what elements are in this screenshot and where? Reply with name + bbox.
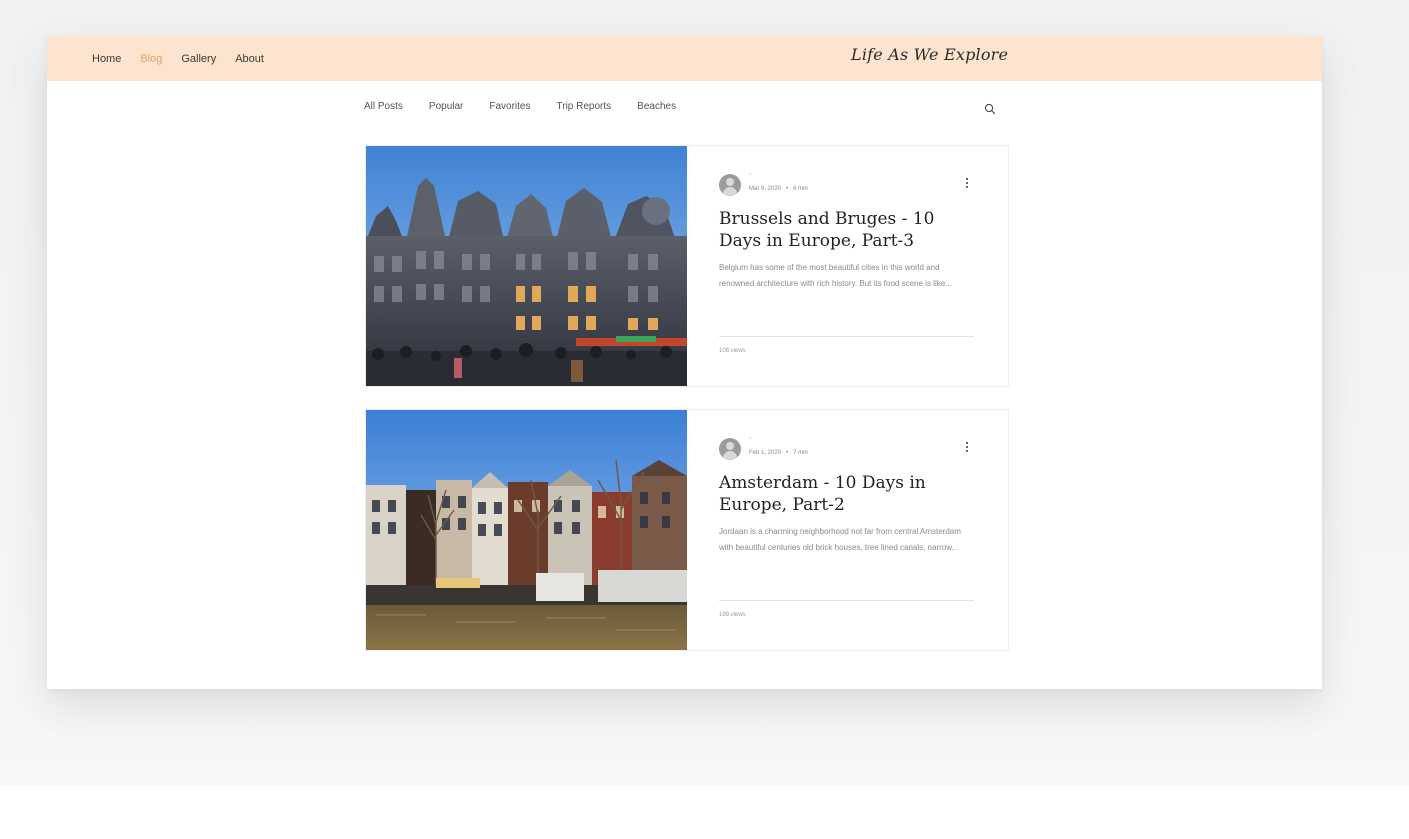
nav-about[interactable]: About [235, 53, 264, 65]
post-title[interactable]: Amsterdam - 10 Days in Europe, Part-2 [719, 472, 977, 516]
author-name[interactable]: - [749, 171, 751, 177]
author-avatar[interactable] [719, 438, 741, 460]
nav-gallery[interactable]: Gallery [181, 53, 216, 65]
post-meta: Feb 1, 2020 • 7 min [749, 450, 808, 456]
category-favorites[interactable]: Favorites [489, 101, 530, 112]
category-popular[interactable]: Popular [429, 101, 463, 112]
site-header: Home Blog Gallery About Life As We Explo… [47, 37, 1322, 81]
category-beaches[interactable]: Beaches [637, 101, 676, 112]
more-options-icon[interactable] [964, 442, 970, 456]
post-title[interactable]: Brussels and Bruges - 10 Days in Europe,… [719, 208, 977, 252]
category-trip-reports[interactable]: Trip Reports [557, 101, 612, 112]
read-time: 7 min [793, 450, 808, 456]
post-excerpt: Jordaan is a charming neighborhood not f… [719, 527, 961, 552]
post-image[interactable] [366, 146, 687, 386]
divider [719, 336, 974, 337]
category-all-posts[interactable]: All Posts [364, 101, 403, 112]
grand-place-guildhalls-photo [366, 146, 687, 386]
post-date: Feb 1, 2020 [749, 450, 782, 456]
more-options-icon[interactable] [964, 178, 970, 192]
category-nav: All Posts Popular Favorites Trip Reports… [364, 101, 702, 112]
nav-home[interactable]: Home [92, 53, 121, 65]
post-excerpt: Belgium has some of the most beautiful c… [719, 263, 952, 288]
site-logo[interactable]: Life As We Explore [851, 45, 1008, 64]
main-nav: Home Blog Gallery About [92, 37, 283, 81]
amsterdam-canal-houses-photo [366, 410, 687, 650]
post-body: - Mar 9, 2020 • 6 min Brussels and Bruges … [687, 146, 1008, 386]
post-date: Mar 9, 2020 [749, 186, 782, 192]
search-icon[interactable] [984, 103, 996, 115]
read-time: 6 min [793, 186, 808, 192]
view-count: 108 views [719, 348, 746, 354]
post-body: - Feb 1, 2020 • 7 min Amsterdam - 10 Days … [687, 410, 1008, 650]
site-frame: Home Blog Gallery About Life As We Explo… [47, 37, 1322, 689]
post-card[interactable]: - Mar 9, 2020 • 6 min Brussels and Bruges … [365, 145, 1009, 387]
divider [719, 600, 974, 601]
nav-blog[interactable]: Blog [140, 53, 162, 65]
post-meta: Mar 9, 2020 • 6 min [749, 186, 808, 192]
post-card[interactable]: - Feb 1, 2020 • 7 min Amsterdam - 10 Days … [365, 409, 1009, 651]
view-count: 199 views [719, 612, 746, 618]
post-image[interactable] [366, 410, 687, 650]
author-avatar[interactable] [719, 174, 741, 196]
author-name[interactable]: - [749, 435, 751, 441]
